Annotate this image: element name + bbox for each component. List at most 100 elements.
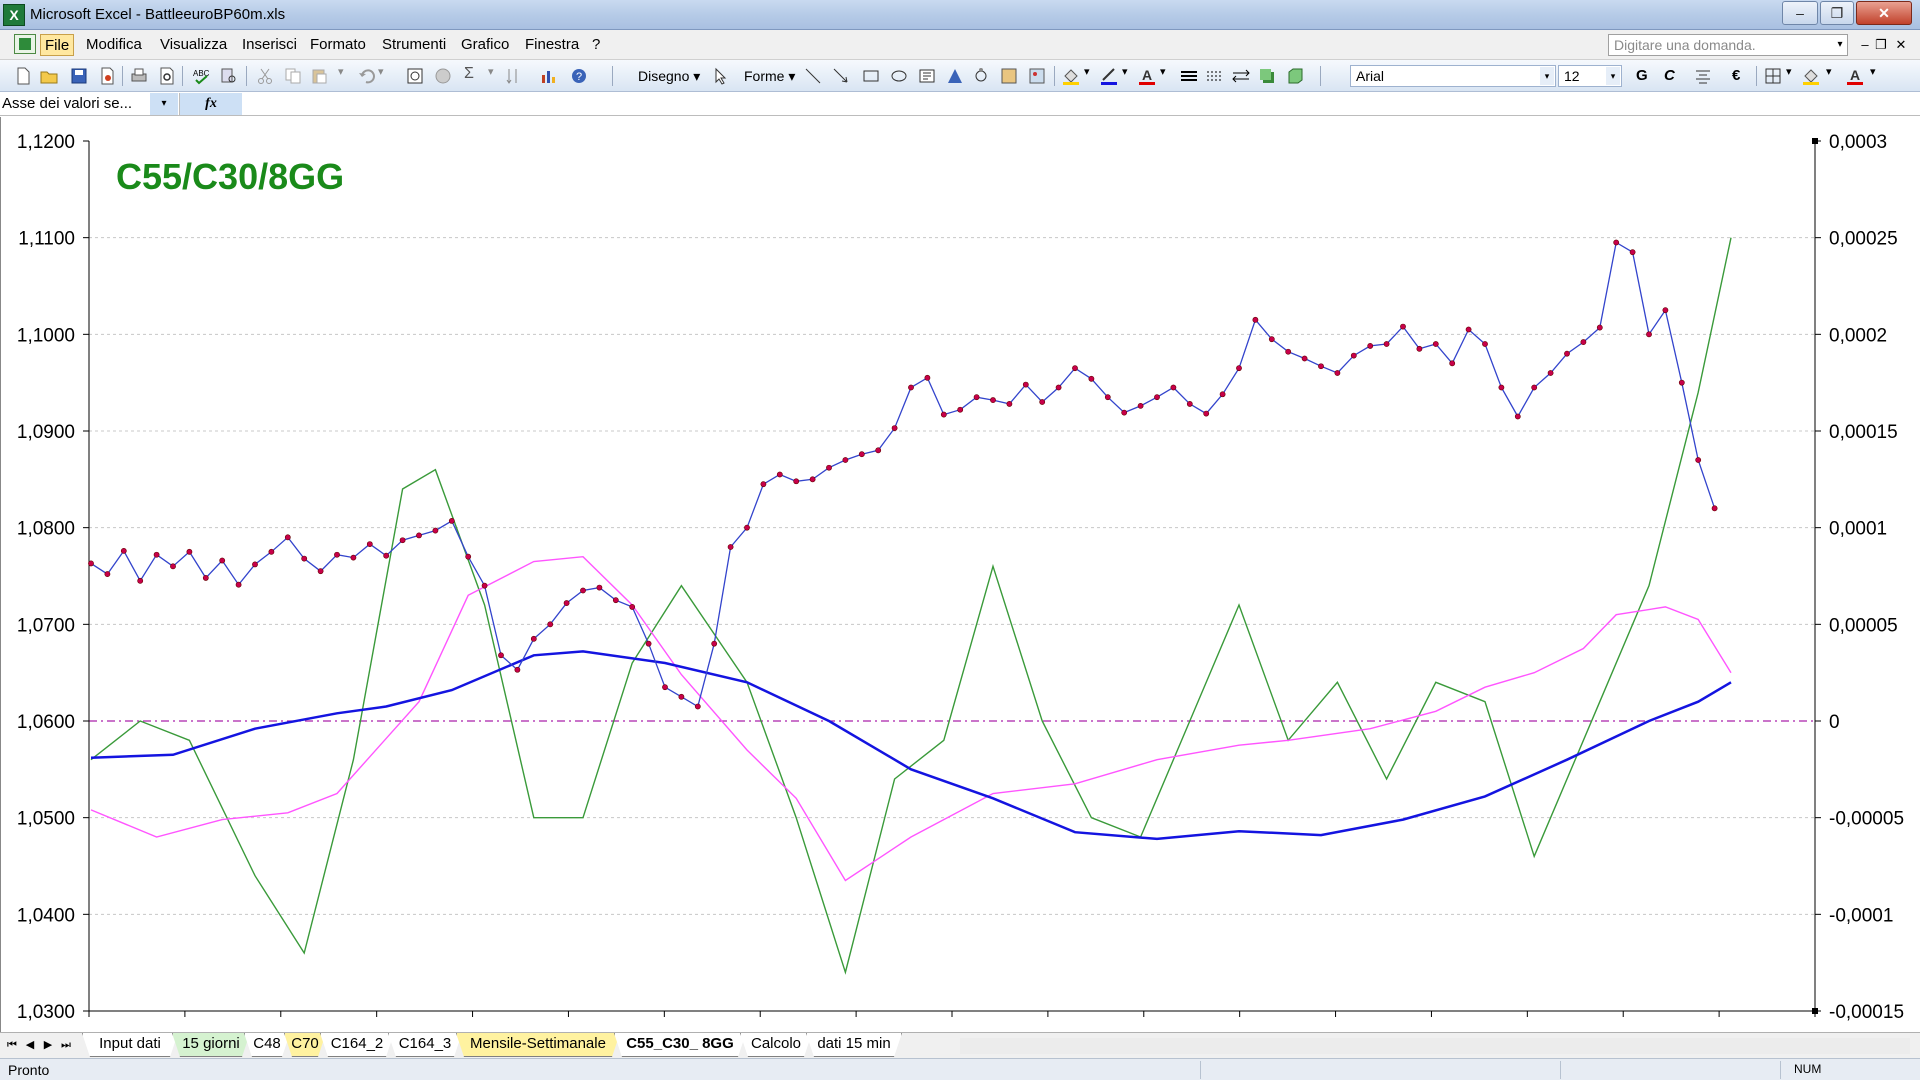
menu-visualizza[interactable]: Visualizza (156, 34, 231, 56)
menu-inserisci[interactable]: Inserisci (238, 34, 301, 56)
data-point[interactable] (760, 481, 767, 488)
data-point[interactable] (268, 548, 275, 555)
sort-icon[interactable] (504, 67, 522, 85)
font-name-dropdown-icon[interactable]: ▾ (1540, 67, 1554, 85)
horizontal-scrollbar[interactable] (960, 1038, 1910, 1054)
menu-help[interactable]: ? (588, 34, 604, 56)
data-point[interactable] (104, 571, 111, 577)
sheet-tab[interactable]: Input dati (82, 1033, 178, 1057)
data-point[interactable] (776, 471, 783, 478)
data-point[interactable] (481, 582, 488, 589)
research-icon[interactable] (220, 67, 238, 85)
data-point[interactable] (1498, 384, 1505, 391)
data-point[interactable] (629, 604, 636, 610)
data-point[interactable] (973, 394, 980, 401)
print-icon[interactable] (130, 67, 148, 85)
data-point[interactable] (432, 527, 439, 534)
selection-handle[interactable] (1812, 138, 1818, 144)
data-point[interactable] (1465, 326, 1472, 333)
data-point[interactable] (1449, 360, 1456, 367)
insert-function-button[interactable]: fx (180, 93, 242, 115)
data-point[interactable] (1154, 394, 1160, 401)
font-name-select[interactable]: Arial ▾ (1350, 65, 1556, 87)
chart-sheet[interactable]: 1,1200 0,0003 1,1100 0,00025 1,1000 0,0002 1,0… (0, 117, 1920, 1032)
textbox-tool-icon[interactable] (918, 67, 936, 85)
sheet-tab[interactable]: C164_2 (320, 1033, 394, 1057)
data-point[interactable] (1629, 249, 1636, 256)
data-point[interactable] (1564, 350, 1570, 357)
permission-icon[interactable] (98, 67, 116, 85)
sheet-tab[interactable]: dati 15 min (806, 1033, 902, 1057)
data-point[interactable] (1531, 384, 1538, 391)
data-point[interactable] (563, 600, 570, 606)
data-point[interactable] (1514, 413, 1521, 420)
italic-button[interactable]: C (1664, 67, 1675, 84)
data-point[interactable] (793, 478, 800, 485)
data-point[interactable] (940, 411, 947, 418)
data-point[interactable] (120, 547, 127, 554)
shapes-menu-button[interactable]: Forme ▾ (744, 68, 795, 85)
close-button[interactable]: ✕ (1856, 1, 1912, 25)
data-point[interactable] (1662, 307, 1669, 314)
data-point[interactable] (711, 640, 718, 647)
arrow-tool-icon[interactable] (832, 67, 850, 85)
data-point[interactable] (1482, 341, 1488, 347)
data-point[interactable] (334, 551, 340, 558)
undo-dropdown-icon[interactable]: ▾ (378, 65, 384, 78)
line-style-icon[interactable] (1180, 67, 1198, 85)
data-point[interactable] (1301, 355, 1308, 362)
data-point[interactable] (88, 560, 94, 567)
data-point[interactable] (1547, 370, 1554, 376)
sheet-tab[interactable]: 15 giorni (172, 1033, 250, 1057)
drawing-menu-button[interactable]: Disegno ▾ (638, 68, 700, 85)
data-point[interactable] (1285, 348, 1292, 355)
data-point[interactable] (1170, 384, 1177, 391)
next-sheet-button[interactable]: ▶ (40, 1036, 56, 1054)
undo-icon[interactable] (358, 67, 376, 85)
euro-format-button[interactable]: € (1732, 67, 1740, 84)
data-point[interactable] (137, 577, 144, 584)
data-point[interactable] (399, 537, 406, 544)
autosum-dropdown-icon[interactable]: ▾ (488, 65, 494, 78)
workbook-close-button[interactable]: ✕ (1892, 36, 1910, 54)
line-tool-icon[interactable] (804, 67, 822, 85)
data-point[interactable] (1695, 457, 1702, 463)
data-point[interactable] (1088, 375, 1095, 382)
data-point[interactable] (1400, 323, 1406, 330)
selection-handle[interactable] (1812, 1008, 1818, 1014)
data-point[interactable] (383, 552, 390, 559)
globe-icon[interactable] (434, 67, 452, 85)
excel-app-icon[interactable]: X (3, 4, 25, 26)
bold-button[interactable]: G (1636, 67, 1648, 84)
data-point[interactable] (1350, 352, 1357, 359)
data-point[interactable] (153, 551, 160, 558)
data-point[interactable] (1006, 401, 1013, 407)
data-point[interactable] (1022, 381, 1029, 388)
help-search-input[interactable]: Digitare una domanda. (1608, 34, 1848, 56)
data-point[interactable] (858, 451, 865, 458)
borders-icon[interactable] (1764, 67, 1782, 85)
data-point[interactable] (596, 584, 603, 591)
cell-fill-dropdown-icon[interactable]: ▾ (1826, 65, 1832, 78)
data-point[interactable] (1711, 505, 1718, 512)
font-size-dropdown-icon[interactable]: ▾ (1606, 67, 1620, 85)
data-point[interactable] (350, 554, 357, 561)
data-point[interactable] (1219, 391, 1226, 398)
data-point[interactable] (875, 447, 882, 454)
data-point[interactable] (1580, 339, 1587, 345)
data-point[interactable] (219, 557, 226, 564)
help-dropdown-icon[interactable]: ▾ (1833, 34, 1847, 56)
data-point[interactable] (1072, 365, 1078, 372)
series-line[interactable] (90, 237, 1732, 975)
restore-button[interactable]: ❐ (1820, 1, 1854, 25)
data-point[interactable] (1646, 331, 1652, 338)
data-point[interactable] (1252, 316, 1259, 323)
name-box-dropdown-icon[interactable]: ▾ (150, 93, 178, 115)
copy-icon[interactable] (284, 67, 302, 85)
data-point[interactable] (645, 640, 652, 647)
align-center-icon[interactable] (1694, 67, 1712, 85)
menu-grafico[interactable]: Grafico (457, 34, 513, 56)
autosum-icon[interactable]: Σ (464, 65, 474, 83)
diagram-icon[interactable] (972, 67, 990, 85)
data-point[interactable] (662, 684, 668, 691)
